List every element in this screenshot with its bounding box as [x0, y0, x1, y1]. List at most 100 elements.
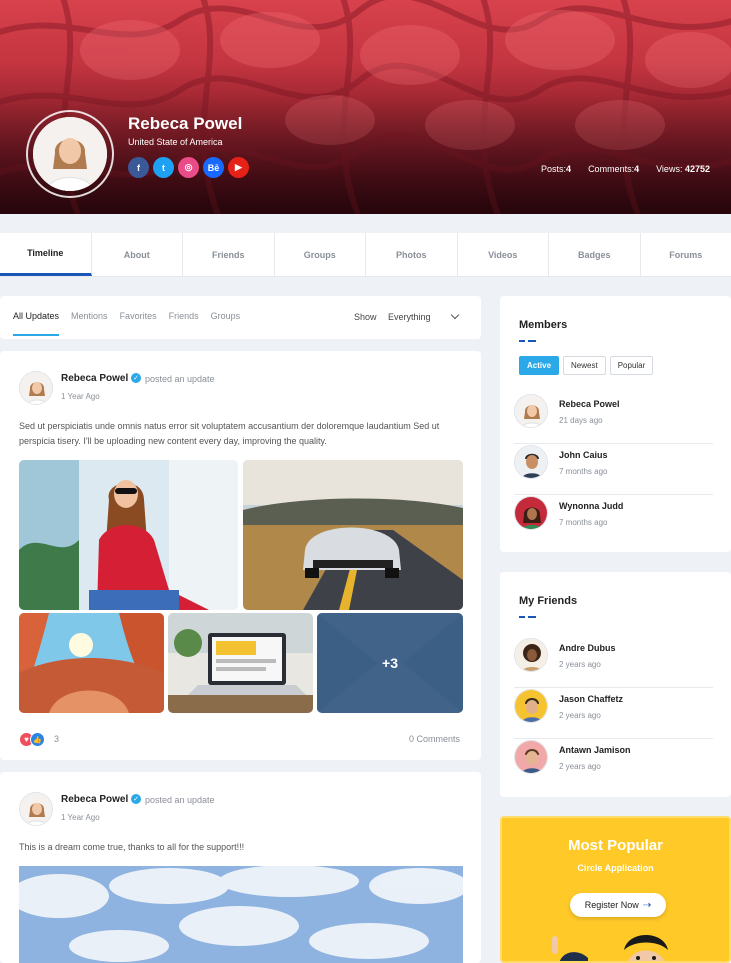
post-photo-arch[interactable] — [19, 613, 164, 713]
tab-photos[interactable]: Photos — [366, 233, 458, 276]
avatar-woman-icon — [515, 395, 547, 427]
list-item[interactable]: Rebeca Powel 21 days ago — [514, 394, 713, 444]
post-author[interactable]: Rebeca Powel — [61, 794, 128, 805]
avatar-woman-icon — [20, 372, 52, 404]
behance-icon[interactable]: Bē — [203, 157, 224, 178]
friends-title: My Friends — [519, 595, 578, 607]
promo-title: Most Popular — [567, 837, 663, 854]
filter-favorites[interactable]: Favorites — [120, 311, 157, 321]
members-tab-popular[interactable]: Popular — [609, 356, 654, 375]
post-photo-woman[interactable] — [19, 460, 238, 610]
members-tab-active[interactable]: Active — [519, 356, 560, 375]
tab-about[interactable]: About — [92, 233, 183, 276]
photo-woman-image — [19, 460, 238, 610]
list-item[interactable]: Andre Dubus 2 years ago — [514, 638, 713, 688]
member-time: 21 days ago — [559, 416, 603, 425]
twitter-icon[interactable]: t — [153, 157, 174, 178]
filter-friends[interactable]: Friends — [169, 311, 199, 321]
verified-icon: ✓ — [131, 373, 141, 383]
friends-widget: My Friends Andre Dubus 2 years ago Jason… — [500, 572, 731, 797]
profile-tabs: Timeline About Friends Groups Photos Vid… — [0, 233, 731, 277]
promo-banner: Most Popular Circle Application Register… — [500, 816, 731, 963]
photo-car-image — [243, 460, 463, 610]
comments-link[interactable]: 0 Comments — [409, 734, 460, 744]
show-label: Show — [354, 312, 377, 322]
stat-posts: Posts:4 — [541, 164, 572, 174]
post-time: 1 Year Ago — [61, 813, 100, 822]
post-photo-car[interactable] — [243, 460, 463, 610]
stat-comments: Comments:4 — [588, 164, 640, 174]
filter-all-updates[interactable]: All Updates — [13, 311, 60, 336]
friend-name[interactable]: Antawn Jamison — [559, 745, 631, 755]
tab-videos[interactable]: Videos — [458, 233, 549, 276]
post-text: Sed ut perspiciatis unde omnis natus err… — [19, 421, 440, 446]
tab-forums[interactable]: Forums — [641, 233, 731, 276]
list-item[interactable]: John Caius 7 months ago — [514, 445, 713, 495]
avatar[interactable] — [514, 740, 548, 774]
show-select[interactable]: Everything — [388, 312, 431, 322]
tab-friends[interactable]: Friends — [183, 233, 275, 276]
profile-avatar[interactable] — [33, 117, 107, 191]
title-underline — [519, 340, 536, 342]
dribbble-icon[interactable]: ◎ — [178, 157, 199, 178]
post-action: posted an update — [145, 374, 215, 384]
arrow-right-icon: ⇢ — [642, 899, 652, 911]
post-text: This is a dream come true, thanks to all… — [19, 842, 245, 852]
post-author[interactable]: Rebeca Powel — [61, 373, 128, 384]
filter-mentions[interactable]: Mentions — [71, 311, 108, 321]
avatar[interactable] — [514, 689, 548, 723]
avatar[interactable] — [19, 371, 53, 405]
avatar-woman-icon — [20, 793, 52, 825]
friend-time: 2 years ago — [559, 762, 601, 771]
member-time: 7 months ago — [559, 518, 608, 527]
profile-cover — [0, 0, 731, 214]
tab-badges[interactable]: Badges — [549, 233, 641, 276]
profile-location: United State of America — [128, 137, 223, 147]
list-item[interactable]: Antawn Jamison 2 years ago — [514, 740, 713, 790]
post-photo-laptop[interactable] — [168, 613, 313, 713]
avatar[interactable] — [514, 496, 548, 530]
activity-filter-bar: All Updates Mentions Favorites Friends G… — [0, 296, 481, 339]
members-widget: Members Active Newest Popular Rebeca Pow… — [500, 296, 731, 552]
members-tabs: Active Newest Popular — [519, 356, 654, 375]
avatar-woman-icon — [33, 117, 107, 191]
facebook-icon[interactable]: f — [128, 157, 149, 178]
friend-time: 2 years ago — [559, 711, 601, 720]
avatar-woman-icon — [515, 639, 547, 671]
list-item[interactable]: Wynonna Judd 7 months ago — [514, 496, 713, 546]
avatar[interactable] — [19, 792, 53, 826]
profile-name: Rebeca Powel — [128, 114, 243, 133]
avatar-man-icon — [515, 446, 547, 478]
tab-timeline[interactable]: Timeline — [0, 233, 92, 276]
more-photos-count[interactable]: +3 — [317, 613, 463, 713]
verified-icon: ✓ — [131, 794, 141, 804]
youtube-icon[interactable]: ▶ — [228, 157, 249, 178]
friend-time: 2 years ago — [559, 660, 601, 669]
tab-groups[interactable]: Groups — [275, 233, 366, 276]
avatar[interactable] — [514, 445, 548, 479]
member-name[interactable]: Rebeca Powel — [559, 399, 620, 409]
activity-post: Rebeca Powel ✓ posted an update 1 Year A… — [0, 351, 481, 760]
photo-laptop-image — [168, 613, 313, 713]
avatar[interactable] — [514, 638, 548, 672]
avatar[interactable] — [514, 394, 548, 428]
reaction-count: 3 — [54, 734, 60, 744]
member-name[interactable]: John Caius — [559, 450, 608, 460]
member-name[interactable]: Wynonna Judd — [559, 501, 623, 511]
like-icon[interactable]: 👍 — [30, 732, 45, 747]
photo-arch-image — [19, 613, 164, 713]
profile-stats: Posts:4 Comments:4 Views: 42752 — [541, 164, 710, 174]
friend-name[interactable]: Andre Dubus — [559, 643, 616, 653]
register-now-button[interactable]: Register Now ⇢ — [570, 893, 666, 917]
list-item[interactable]: Jason Chaffetz 2 years ago — [514, 689, 713, 739]
stat-views: Views: 42752 — [656, 164, 710, 174]
avatar-woman-icon — [515, 497, 547, 529]
post-photo-sky[interactable] — [19, 866, 463, 963]
members-tab-newest[interactable]: Newest — [563, 356, 606, 375]
members-title: Members — [519, 319, 568, 331]
title-underline — [519, 616, 536, 618]
post-photo-more[interactable]: +3 — [317, 613, 463, 713]
filter-groups[interactable]: Groups — [211, 311, 241, 321]
social-links: f t ◎ Bē ▶ — [128, 157, 249, 178]
friend-name[interactable]: Jason Chaffetz — [559, 694, 623, 704]
